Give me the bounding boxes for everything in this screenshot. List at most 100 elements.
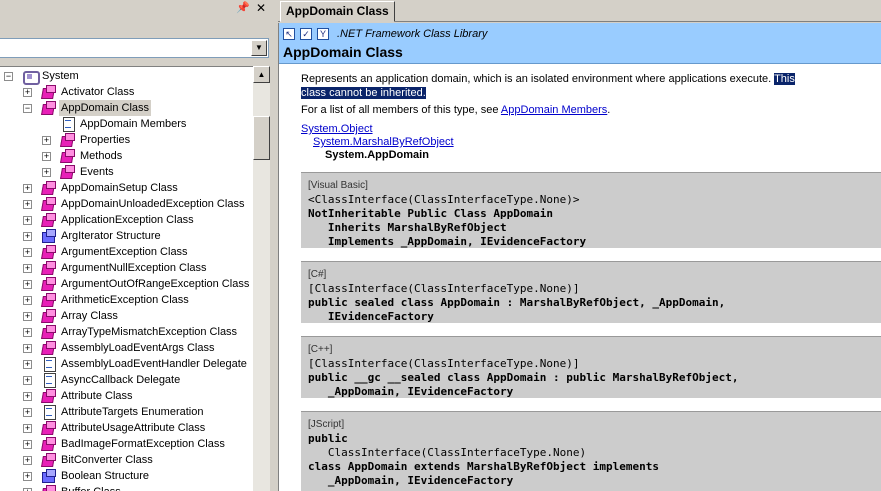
expand-icon[interactable]: + — [23, 216, 32, 225]
expand-icon[interactable]: + — [23, 440, 32, 449]
syntax-jscript: [JScript] public ClassInterface(ClassInt… — [301, 411, 881, 491]
tree-node[interactable]: + AttributeUsageAttribute Class — [0, 420, 253, 436]
tree-node[interactable]: − System — [0, 68, 253, 85]
tree-node[interactable]: + ArithmeticException Class — [0, 292, 253, 308]
tree-node-label: Buffer Class — [59, 484, 123, 491]
tree-node[interactable]: + ArgumentException Class — [0, 244, 253, 260]
tree-node[interactable]: + AssemblyLoadEventHandler Delegate — [0, 356, 253, 372]
lang-label: [C++] — [308, 344, 333, 355]
class-icon — [41, 85, 57, 99]
tree-node[interactable]: − AppDomain Class — [0, 100, 253, 116]
chevron-down-icon[interactable]: ▼ — [251, 40, 267, 56]
expand-icon[interactable]: + — [23, 408, 32, 417]
system-object-link[interactable]: System.Object — [301, 123, 373, 135]
tree-node-label: AttributeTargets Enumeration — [61, 406, 204, 418]
class-icon — [41, 101, 57, 115]
tree-node[interactable]: + BitConverter Class — [0, 452, 253, 468]
tree-node[interactable]: + ArgumentNullException Class — [0, 260, 253, 276]
tree-node-label: AttributeUsageAttribute Class — [61, 422, 206, 434]
tree-node[interactable]: + Methods — [0, 148, 253, 164]
tree-node[interactable]: AppDomain Members — [0, 116, 253, 132]
tree-node[interactable]: + AssemblyLoadEventArgs Class — [0, 340, 253, 356]
tree-scrollbar[interactable]: ▲ — [253, 66, 270, 491]
close-icon[interactable]: ✕ — [255, 2, 267, 15]
collapse-icon[interactable]: − — [23, 104, 32, 113]
expand-icon[interactable]: + — [42, 152, 51, 161]
tree-node-label: AppDomainSetup Class — [61, 182, 178, 194]
expand-icon[interactable]: + — [23, 392, 32, 401]
code-line: public __gc __sealed class AppDomain : p… — [308, 371, 739, 384]
tree-node[interactable]: + BadImageFormatException Class — [0, 436, 253, 452]
hierarchy-level1[interactable]: System.Object — [301, 122, 373, 136]
tree-node[interactable]: + AsyncCallback Delegate — [0, 372, 253, 388]
tree-node-label: AppDomainUnloadedException Class — [61, 198, 245, 210]
filter-combobox[interactable]: ▼ — [0, 38, 269, 58]
expand-icon[interactable]: + — [23, 456, 32, 465]
tree-node[interactable]: + Attribute Class — [0, 388, 253, 404]
class-icon — [41, 293, 57, 307]
code-line: public sealed class AppDomain : MarshalB… — [308, 296, 726, 309]
code-line: class AppDomain extends MarshalByRefObje… — [308, 460, 659, 473]
tree-node-label: Properties — [80, 134, 131, 146]
tree-node[interactable]: + Boolean Structure — [0, 468, 253, 484]
expand-icon[interactable]: + — [23, 232, 32, 241]
expand-icon[interactable]: + — [23, 88, 32, 97]
expand-icon[interactable]: + — [23, 312, 32, 321]
expand-icon[interactable]: + — [23, 200, 32, 209]
tree-node[interactable]: + ArrayTypeMismatchException Class — [0, 324, 253, 340]
tree-node[interactable]: + Array Class — [0, 308, 253, 324]
tree-node[interactable]: + Events — [0, 164, 253, 180]
tree-node[interactable]: + ApplicationException Class — [0, 212, 253, 228]
tree-node[interactable]: +Buffer Class — [0, 484, 253, 491]
tab-appdomain-class[interactable]: AppDomain Class — [280, 1, 395, 22]
tree-node-label: Boolean Structure — [61, 470, 150, 482]
code-line: Inherits MarshalByRefObject — [308, 221, 507, 234]
expand-icon[interactable]: + — [23, 248, 32, 257]
tree-node-label: AppDomain Class — [59, 100, 152, 116]
expand-icon[interactable]: + — [23, 344, 32, 353]
expand-icon[interactable]: + — [23, 360, 32, 369]
selected-text-2: class cannot be inherited. — [301, 87, 426, 99]
code-line: IEvidenceFactory — [308, 310, 434, 323]
scroll-thumb[interactable] — [253, 116, 270, 160]
tree-node[interactable]: + AttributeTargets Enumeration — [0, 404, 253, 420]
collapse-icon[interactable]: − — [4, 72, 13, 81]
expand-icon[interactable]: + — [23, 472, 32, 481]
library-name: .NET Framework Class Library — [337, 28, 488, 40]
tree-node[interactable]: + AppDomainSetup Class — [0, 180, 253, 196]
hierarchy-level2[interactable]: System.MarshalByRefObject — [313, 135, 454, 149]
filter-icon[interactable]: Y — [317, 28, 329, 40]
tree-node[interactable]: + AppDomainUnloadedException Class — [0, 196, 253, 212]
tree-node[interactable]: + Properties — [0, 132, 253, 148]
tree-node-label: Array Class — [61, 310, 118, 322]
expand-icon[interactable]: + — [23, 280, 32, 289]
expand-icon[interactable]: + — [23, 424, 32, 433]
contents-tree: − System + Activator Class − AppDomain Class A… — [0, 66, 253, 491]
expand-icon[interactable]: + — [23, 296, 32, 305]
description-text: Represents an application domain, which … — [301, 73, 772, 85]
tree-node-label: AssemblyLoadEventHandler Delegate — [61, 358, 247, 370]
expand-icon[interactable]: + — [23, 376, 32, 385]
tree-node[interactable]: + Activator Class — [0, 84, 253, 100]
expand-icon[interactable]: + — [23, 264, 32, 273]
expand-icon[interactable]: + — [42, 136, 51, 145]
code-line: [ClassInterface(ClassInterfaceType.None)… — [308, 282, 580, 295]
checkmark-icon[interactable]: ✓ — [300, 28, 312, 40]
expand-icon[interactable]: + — [23, 184, 32, 193]
scroll-up-button[interactable]: ▲ — [253, 66, 270, 83]
sync-toc-icon[interactable]: ↖ — [283, 28, 295, 40]
members-link[interactable]: AppDomain Members — [501, 104, 607, 116]
tree-node[interactable]: + ArgIterator Structure — [0, 228, 253, 244]
document-pane: AppDomain Class ↖ ✓ Y .NET Framework Cla… — [278, 0, 881, 491]
syntax-csharp: [C#] [ClassInterface(ClassInterfaceType.… — [301, 261, 881, 323]
expand-icon[interactable]: + — [23, 328, 32, 337]
marshalbyrefobject-link[interactable]: System.MarshalByRefObject — [313, 136, 454, 148]
tree-node[interactable]: + ArgumentOutOfRangeException Class — [0, 276, 253, 292]
class-icon — [60, 149, 76, 163]
description: Represents an application domain, which … — [301, 72, 881, 100]
tree-node-label: ApplicationException Class — [61, 214, 194, 226]
code-line: <ClassInterface(ClassInterfaceType.None)… — [308, 193, 580, 206]
pin-icon[interactable]: 📌 — [236, 2, 250, 15]
tree-node-label: Events — [80, 166, 114, 178]
expand-icon[interactable]: + — [42, 168, 51, 177]
